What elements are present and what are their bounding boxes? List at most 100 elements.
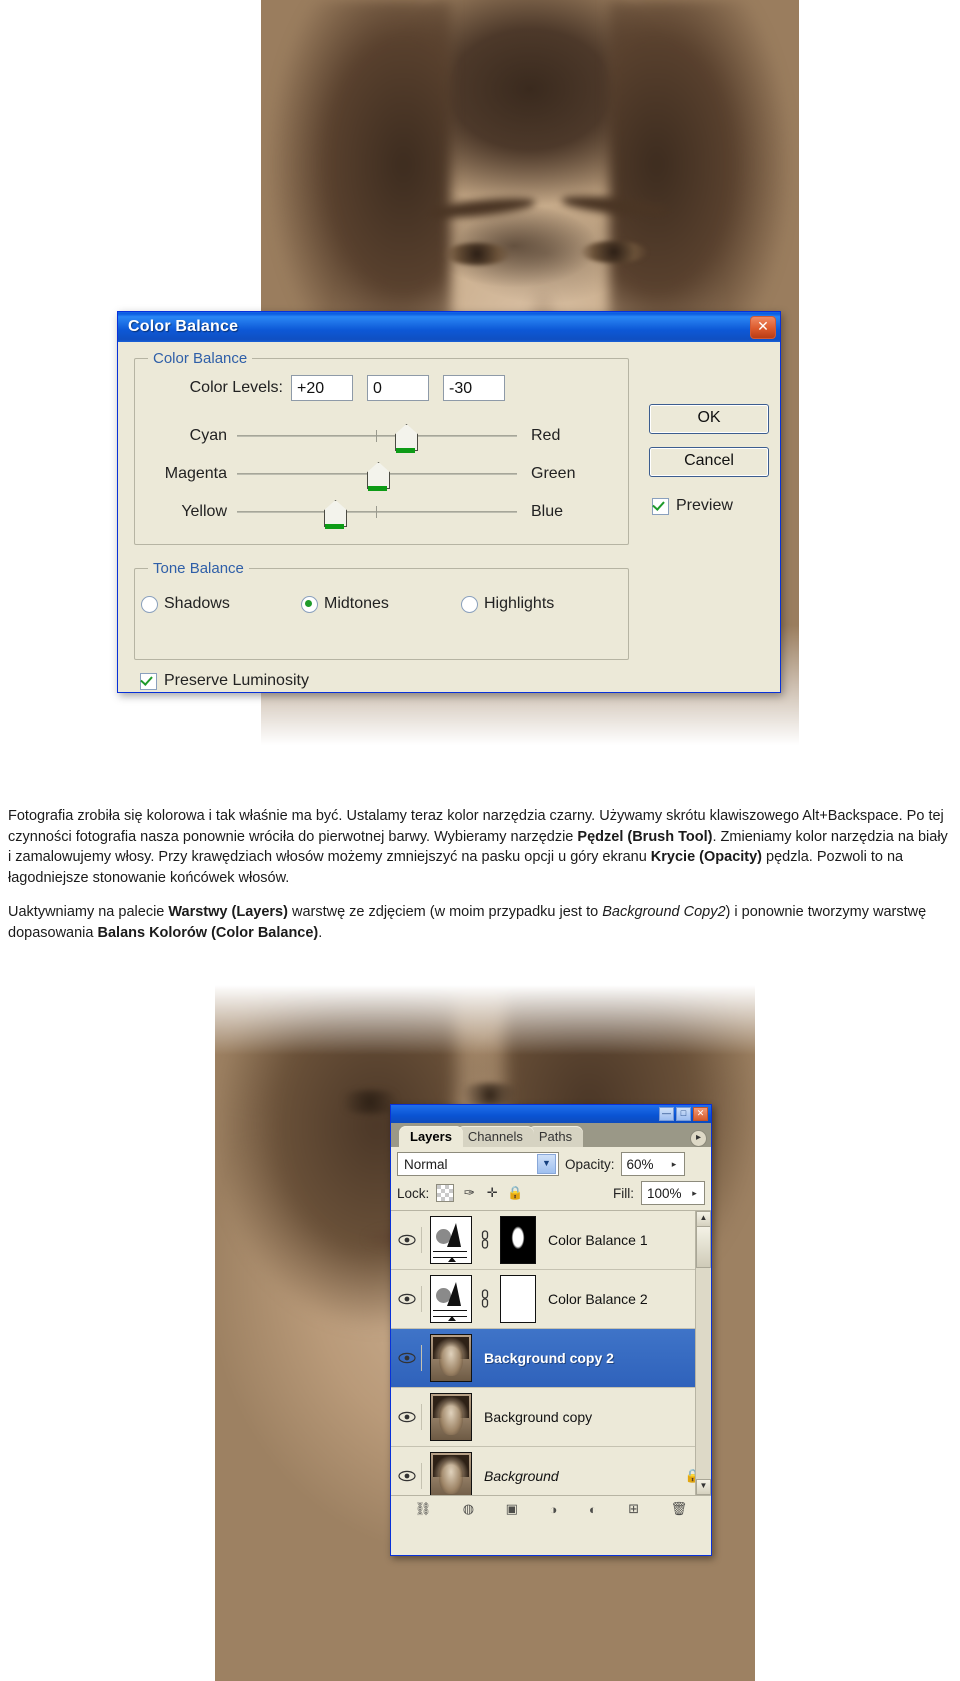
radio-midtones[interactable]: Midtones	[301, 595, 461, 613]
opacity-stepper-icon[interactable]: ▸	[667, 1159, 682, 1170]
dialog-titlebar[interactable]: Color Balance ✕	[118, 312, 780, 342]
new-layer-icon[interactable]: ⊞	[628, 1501, 639, 1517]
p2-bold-layers: Warstwy (Layers)	[168, 904, 288, 921]
add-mask-icon[interactable]: ▣	[506, 1501, 518, 1517]
checkbox-box-preview	[652, 497, 669, 515]
dialog-body: Color Balance Color Levels: +20 0 -30 Cy…	[118, 342, 780, 705]
slider-line	[237, 511, 517, 513]
layers-palette: — □ ✕ Layers Channels Paths ▸ Normal ▼ O…	[390, 1104, 712, 1556]
layer-row-color-balance-1[interactable]: Color Balance 1	[391, 1211, 711, 1270]
maximize-icon[interactable]: □	[676, 1107, 691, 1121]
link-layers-icon[interactable]: ⛓	[415, 1501, 432, 1517]
color-levels-row: Color Levels: +20 0 -30	[135, 375, 628, 401]
layer-name: Color Balance 1	[548, 1232, 648, 1248]
minimize-icon[interactable]: —	[659, 1107, 674, 1121]
layer-thumbnail-photo[interactable]	[430, 1452, 472, 1495]
layer-name: Color Balance 2	[548, 1291, 648, 1307]
slider-track-yellow-blue[interactable]	[237, 500, 517, 529]
color-level-input-green[interactable]: 0	[367, 375, 429, 401]
layer-thumbnail-adjustment[interactable]	[430, 1216, 472, 1264]
lock-label: Lock:	[397, 1185, 430, 1201]
palette-titlebar[interactable]: — □ ✕	[391, 1105, 711, 1123]
slider-thumb-cyan-red[interactable]	[395, 424, 418, 453]
radio-highlights[interactable]: Highlights	[461, 595, 554, 613]
slider-center-tick	[376, 430, 377, 442]
opacity-value: 60%	[626, 1156, 654, 1172]
layer-name: Background	[484, 1468, 559, 1484]
p2-part-e: .	[318, 924, 323, 941]
scroll-up-button[interactable]: ▲	[696, 1211, 711, 1227]
color-balance-group-legend: Color Balance	[148, 350, 253, 367]
eye-visibility-icon[interactable]	[393, 1286, 422, 1312]
link-icon[interactable]	[478, 1286, 492, 1312]
slider-track-cyan-red[interactable]	[237, 424, 517, 453]
eye-visibility-icon[interactable]	[393, 1463, 422, 1489]
layer-list-scrollbar[interactable]: ▲ ▼	[695, 1211, 711, 1495]
ok-button[interactable]: OK	[649, 404, 769, 434]
slider-label-cyan: Cyan	[189, 427, 227, 444]
palette-tabs: Layers Channels Paths ▸	[391, 1123, 711, 1147]
fill-input[interactable]: 100% ▸	[641, 1181, 705, 1205]
radio-label-midtones: Midtones	[324, 595, 389, 612]
p2-italic-background-copy2: Background Copy2	[602, 904, 726, 921]
adjustment-layer-icon[interactable]: ◐	[589, 1502, 597, 1517]
slider-center-tick	[376, 506, 377, 518]
p2-bold-color-balance: Balans Kolorów (Color Balance)	[97, 924, 319, 941]
link-icon[interactable]	[478, 1227, 492, 1253]
opacity-input[interactable]: 60% ▸	[620, 1152, 685, 1176]
preserve-luminosity-label: Preserve Luminosity	[164, 672, 309, 689]
blend-mode-select[interactable]: Normal ▼	[397, 1152, 559, 1176]
lock-image-brush-icon[interactable]: ✑	[461, 1185, 477, 1201]
layer-styles-icon[interactable]: ◍	[463, 1501, 474, 1517]
lock-all-icon[interactable]: 🔒	[507, 1185, 523, 1201]
tab-layers[interactable]: Layers	[399, 1126, 463, 1147]
slider-row-cyan-red: Cyan Red	[135, 419, 628, 453]
eye-right	[581, 241, 647, 263]
slider-thumb-yellow-blue[interactable]	[324, 500, 347, 529]
fill-stepper-icon[interactable]: ▸	[687, 1188, 702, 1199]
blend-mode-row: Normal ▼ Opacity: 60% ▸	[391, 1147, 711, 1179]
radio-shadows[interactable]: Shadows	[141, 595, 301, 613]
slider-label-blue: Blue	[531, 503, 564, 520]
preview-checkbox[interactable]: Preview	[652, 497, 733, 515]
color-balance-group: Color Balance Color Levels: +20 0 -30 Cy…	[134, 350, 629, 545]
layer-thumbnail-adjustment[interactable]	[430, 1275, 472, 1323]
layer-row-background[interactable]: Background 🔒	[391, 1447, 711, 1495]
layer-mask-thumbnail[interactable]	[500, 1275, 536, 1323]
layer-name: Background copy 2	[484, 1350, 614, 1366]
new-group-icon[interactable]: ◑	[549, 1502, 557, 1517]
lock-position-move-icon[interactable]: ✛	[484, 1185, 500, 1201]
layer-thumbnail-photo[interactable]	[430, 1334, 472, 1382]
eye-visibility-icon[interactable]	[393, 1404, 422, 1430]
layer-mask-thumbnail[interactable]	[500, 1216, 536, 1264]
eye-visibility-icon[interactable]	[393, 1345, 422, 1371]
scrollbar-thumb[interactable]	[696, 1226, 711, 1268]
slider-label-green: Green	[531, 465, 576, 482]
close-icon[interactable]: ✕	[693, 1107, 708, 1121]
eye-visibility-icon[interactable]	[393, 1227, 422, 1253]
preserve-luminosity-checkbox[interactable]: Preserve Luminosity	[140, 672, 309, 690]
cancel-button[interactable]: Cancel	[649, 447, 769, 477]
checkbox-box-preserve-luminosity	[140, 672, 157, 690]
scroll-down-button[interactable]: ▼	[696, 1479, 711, 1495]
delete-layer-icon[interactable]: 🗑	[671, 1501, 688, 1517]
layer-row-background-copy[interactable]: Background copy	[391, 1388, 711, 1447]
radio-label-highlights: Highlights	[484, 595, 555, 612]
slider-thumb-magenta-green[interactable]	[367, 462, 390, 491]
opacity-label: Opacity:	[565, 1156, 615, 1172]
layer-thumbnail-photo[interactable]	[430, 1393, 472, 1441]
tab-paths[interactable]: Paths	[527, 1126, 584, 1147]
slider-track-magenta-green[interactable]	[237, 462, 517, 491]
tab-channels[interactable]: Channels	[456, 1126, 534, 1147]
color-level-input-red[interactable]: +20	[291, 375, 353, 401]
slider-row-magenta-green: Magenta Green	[135, 457, 628, 491]
color-level-input-blue[interactable]: -30	[443, 375, 505, 401]
photo-fade	[215, 985, 755, 1055]
layer-row-background-copy-2[interactable]: Background copy 2	[391, 1329, 711, 1388]
layer-row-color-balance-2[interactable]: Color Balance 2	[391, 1270, 711, 1329]
chevron-down-icon[interactable]: ▼	[537, 1154, 556, 1174]
lock-transparency-icon[interactable]	[436, 1184, 455, 1202]
palette-menu-icon[interactable]: ▸	[690, 1130, 707, 1147]
tone-balance-group-legend: Tone Balance	[148, 560, 249, 577]
close-icon[interactable]: ✕	[750, 315, 776, 339]
